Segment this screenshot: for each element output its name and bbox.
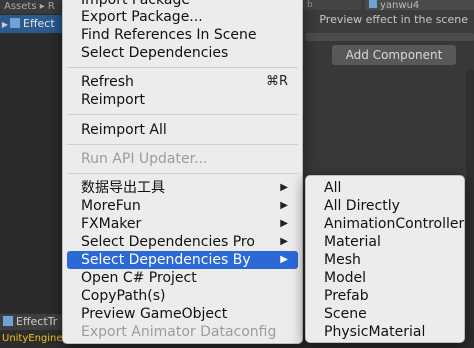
submenu-arrow-icon: ▶ xyxy=(280,236,288,247)
menu-separator xyxy=(67,173,298,174)
bottom-asset-label: EffectTr xyxy=(16,315,58,328)
menu-separator xyxy=(67,67,298,68)
menu-item-export-animator-dataconfig: Export Animator Dataconfig xyxy=(67,323,298,341)
menu-item-select-dependencies-pro[interactable]: Select Dependencies Pro ▶ xyxy=(67,233,298,251)
expand-triangle-icon[interactable]: ▶ xyxy=(0,16,10,33)
menu-item-label: Select Dependencies Pro xyxy=(81,234,255,250)
menu-item-reimport-all[interactable]: Reimport All xyxy=(67,121,298,139)
bottom-asset-tab[interactable]: EffectTr xyxy=(0,314,62,330)
menu-item-label: Open C# Project xyxy=(81,270,197,286)
menu-item-morefun[interactable]: MoreFun ▶ xyxy=(67,197,298,215)
submenu-arrow-icon: ▶ xyxy=(280,254,288,265)
menu-item-refresh[interactable]: Refresh ⌘R xyxy=(67,73,298,91)
menu-item-preview-gameobject[interactable]: Preview GameObject xyxy=(67,305,298,323)
menu-item-select-dependencies[interactable]: Select Dependencies xyxy=(67,44,298,62)
inspector-tab-label: yanwu4 xyxy=(380,0,420,11)
menu-item-open-csharp-project[interactable]: Open C# Project xyxy=(67,269,298,287)
add-component-button[interactable]: Add Component xyxy=(332,45,456,65)
prefab-icon xyxy=(3,316,13,326)
menu-item-label: 数据导出工具 xyxy=(81,180,165,196)
menu-item-run-api-updater: Run API Updater... xyxy=(67,150,298,168)
menu-item-label: Reimport xyxy=(81,92,145,108)
inspector-scrollbar[interactable] xyxy=(466,70,474,330)
menu-item-label: Run API Updater... xyxy=(81,151,208,167)
project-panel xyxy=(0,0,62,348)
menu-item-label: FXMaker xyxy=(81,216,142,232)
submenu-item-all-directly[interactable]: All Directly xyxy=(310,197,460,215)
preview-effect-label: Preview effect in the scene xyxy=(319,13,468,26)
submenu-item-material[interactable]: Material xyxy=(310,233,460,251)
menu-item-label: CopyPath(s) xyxy=(81,288,166,304)
menu-item-find-references[interactable]: Find References In Scene xyxy=(67,26,298,44)
menu-separator xyxy=(67,144,298,145)
submenu-arrow-icon: ▶ xyxy=(280,200,288,211)
menu-item-label: Select Dependencies xyxy=(81,45,229,61)
menu-item-label: MoreFun xyxy=(81,198,141,214)
submenu-item-all[interactable]: All xyxy=(310,179,460,197)
menu-item-data-export-tools[interactable]: 数据导出工具 ▶ xyxy=(67,179,298,197)
menu-item-select-dependencies-by[interactable]: Select Dependencies By ▶ xyxy=(67,251,298,269)
select-dependencies-by-submenu: All All Directly AnimationController Mat… xyxy=(305,175,465,343)
refresh-shortcut: ⌘R xyxy=(265,74,288,89)
menu-separator xyxy=(67,114,298,115)
selected-asset-label: Effect xyxy=(23,17,55,30)
submenu-item-physic-material[interactable]: PhysicMaterial xyxy=(310,323,460,341)
breadcrumb[interactable]: Assets ▸ R xyxy=(0,0,62,14)
menu-item-label: Select Dependencies By xyxy=(81,252,251,268)
submenu-item-prefab[interactable]: Prefab xyxy=(310,287,460,305)
menu-item-label: Export Animator Dataconfig xyxy=(81,324,277,340)
menu-item-copy-paths[interactable]: CopyPath(s) xyxy=(67,287,298,305)
inspector-bar xyxy=(305,33,474,41)
prefab-icon xyxy=(369,0,377,8)
submenu-arrow-icon: ▶ xyxy=(280,218,288,229)
menu-item-label: Export Package... xyxy=(81,9,203,25)
menu-item-fxmaker[interactable]: FXMaker ▶ xyxy=(67,215,298,233)
submenu-item-animation-controller[interactable]: AnimationController xyxy=(310,215,464,233)
menu-item-label: Reimport All xyxy=(81,122,167,138)
context-menu: Import Package Export Package... Find Re… xyxy=(62,0,303,344)
menu-item-export-package[interactable]: Export Package... xyxy=(67,8,298,26)
menu-item-reimport[interactable]: Reimport xyxy=(67,91,298,109)
submenu-arrow-icon: ▶ xyxy=(280,182,288,193)
prefab-icon xyxy=(10,18,20,28)
submenu-item-mesh[interactable]: Mesh xyxy=(310,251,460,269)
submenu-item-scene[interactable]: Scene xyxy=(310,305,460,323)
inspector-tab-yanwu[interactable]: yanwu4 xyxy=(365,0,474,10)
selected-asset-row[interactable]: ▶ Effect xyxy=(0,15,62,33)
menu-item-label: Find References In Scene xyxy=(81,27,257,43)
inspector-tab[interactable]: b xyxy=(303,0,361,10)
submenu-item-model[interactable]: Model xyxy=(310,269,460,287)
menu-item-label: Refresh xyxy=(81,74,134,90)
menu-item-label: Preview GameObject xyxy=(81,306,228,322)
